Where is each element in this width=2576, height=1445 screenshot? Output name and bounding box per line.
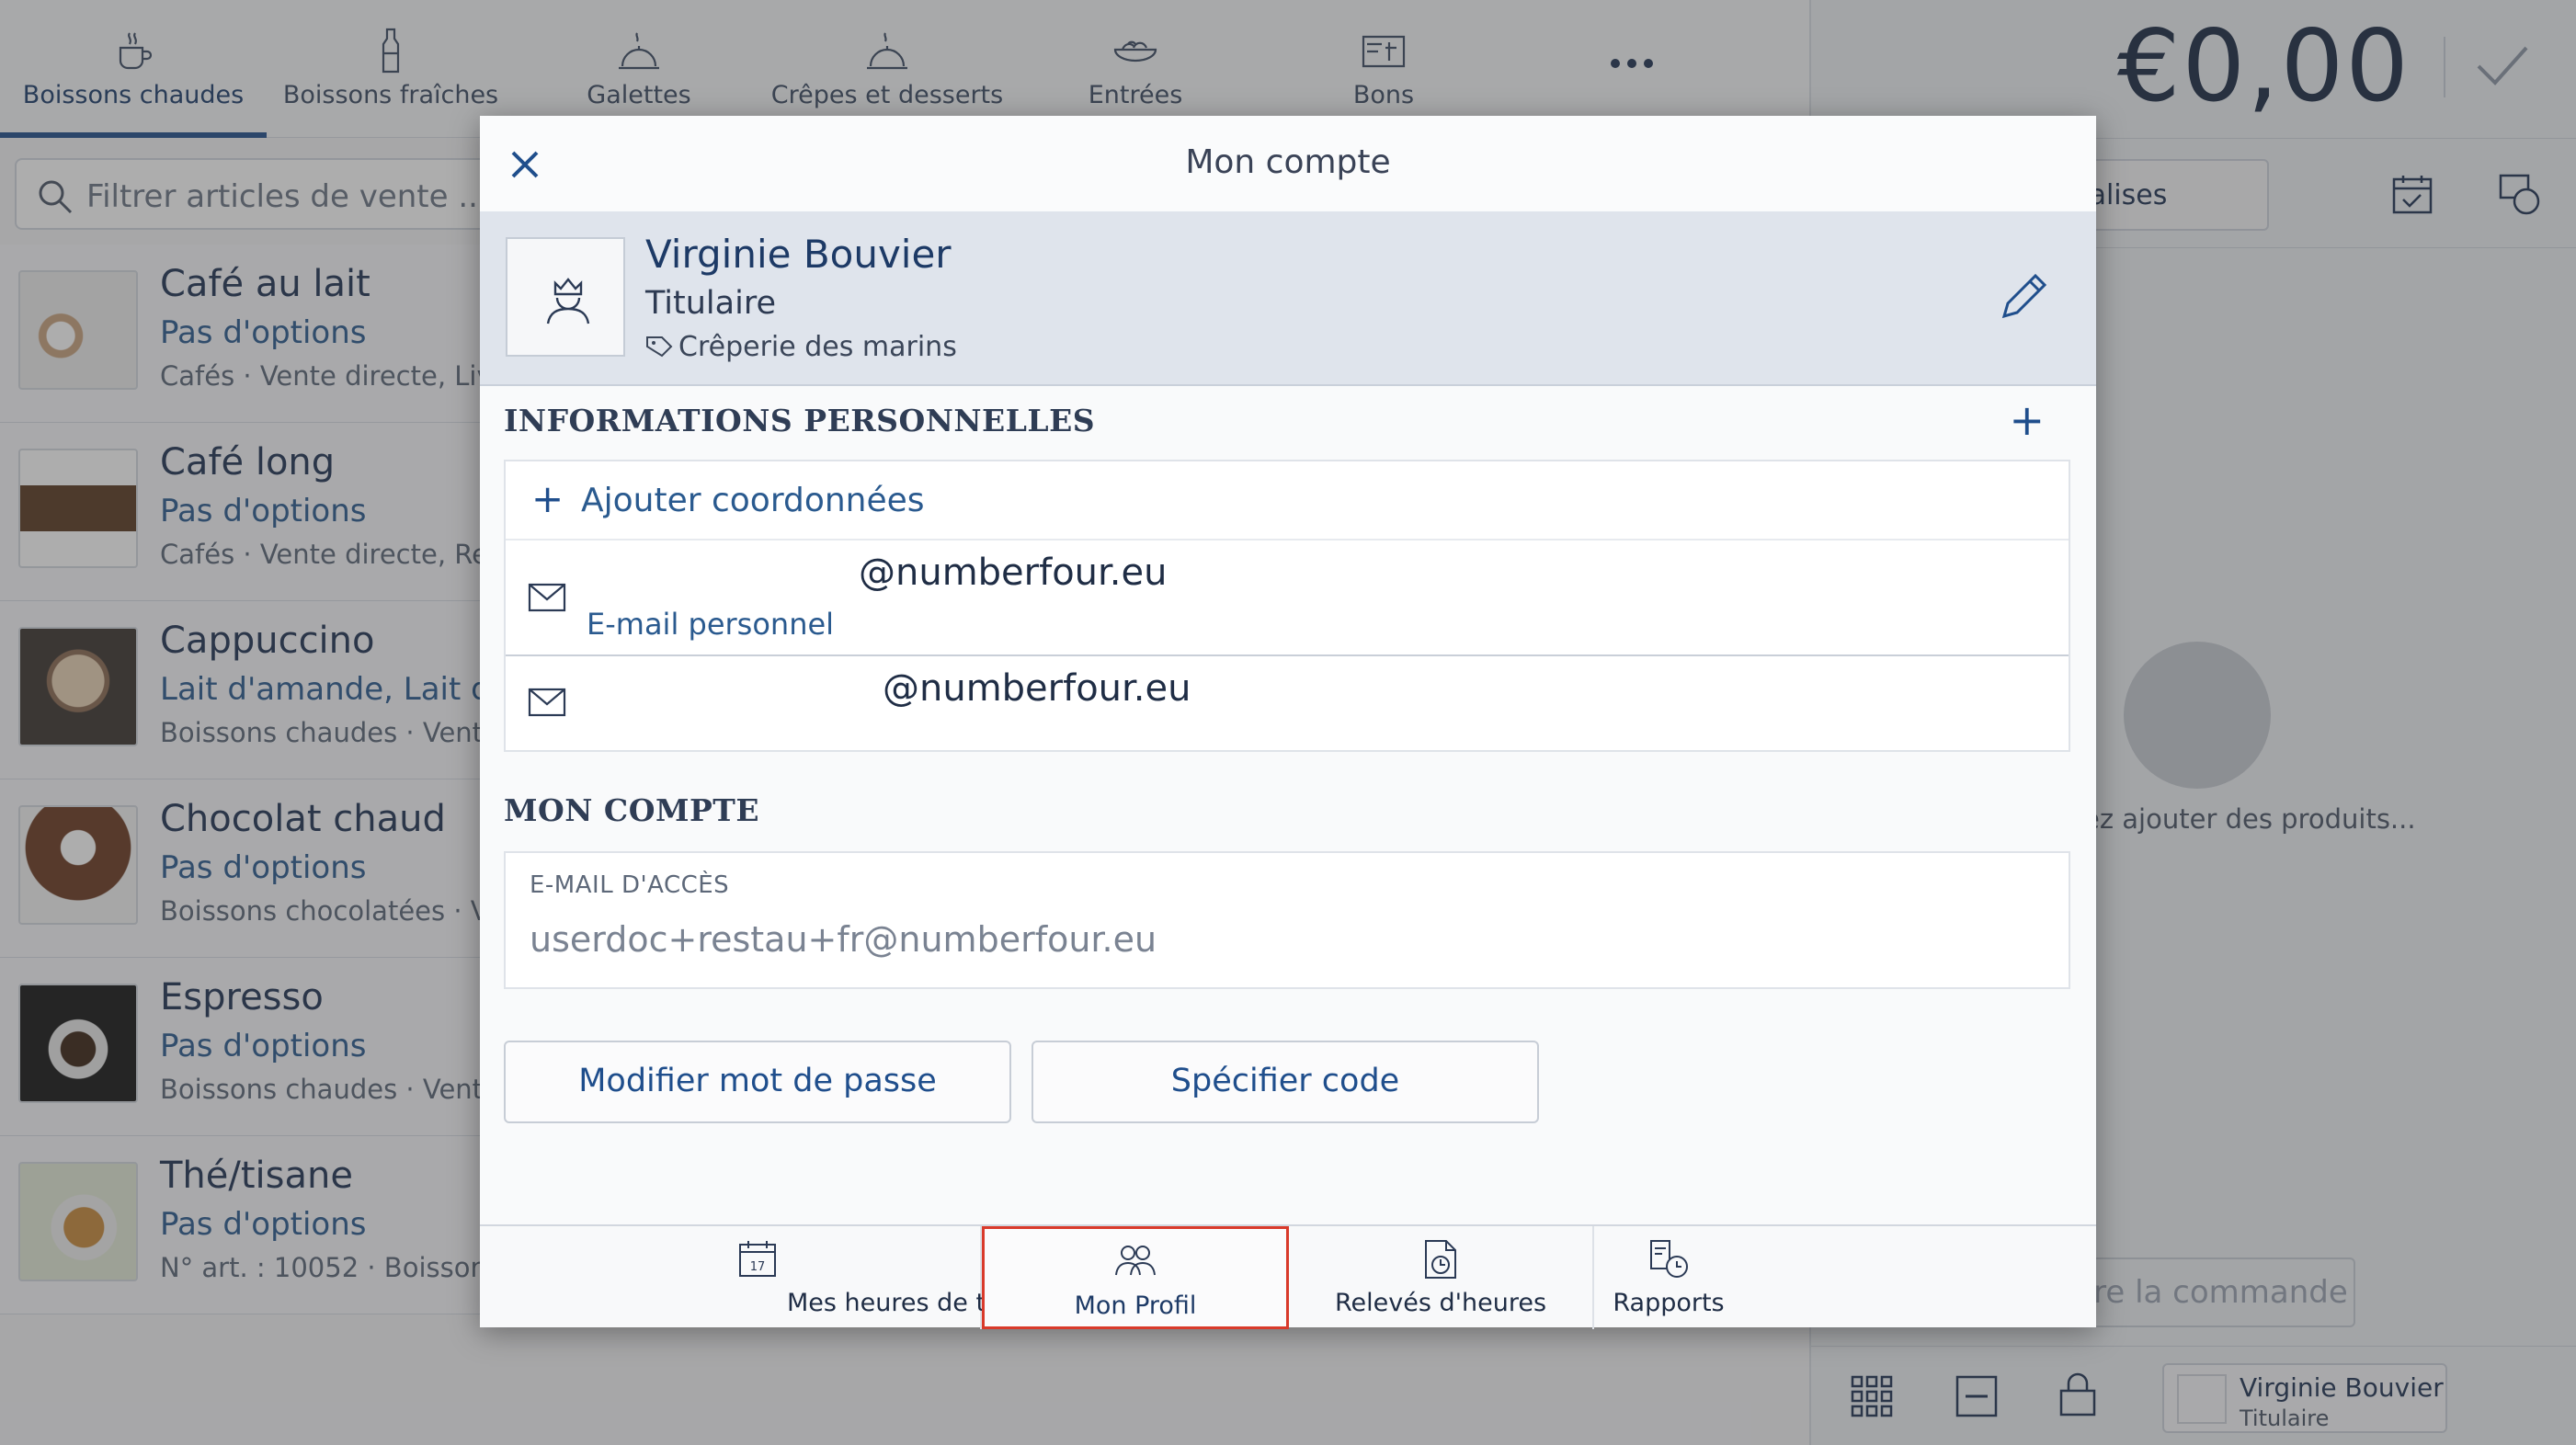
calendar-icon: 17: [739, 1241, 776, 1277]
tab-label: Mon Profil: [1074, 1291, 1197, 1320]
dialog-title: Mon compte: [1185, 143, 1391, 181]
section-title-personal: INFORMATIONS PERSONNELLES: [504, 403, 1096, 438]
dialog-header: Mon compte: [480, 116, 2096, 211]
change-password-button[interactable]: Modifier mot de passe: [504, 1041, 1011, 1123]
timesheet-icon: [1425, 1240, 1456, 1279]
profile-name: Virginie Bouvier: [645, 232, 952, 277]
tab-label: Mes heures de travail: [787, 1289, 1055, 1317]
access-email-label: E-MAIL D'ACCÈS: [530, 871, 730, 899]
email-type-label: E-mail personnel: [587, 607, 835, 642]
tab-work-hours[interactable]: 17 Mes heures de travail: [480, 1226, 1055, 1329]
account-dialog: Mon compte Virginie Bouvier Titulaire Cr…: [480, 116, 2096, 1329]
section-title-account: MON COMPTE: [504, 792, 759, 828]
access-email-field: E-MAIL D'ACCÈS userdoc+restau+fr@numberf…: [504, 851, 2070, 989]
svg-text:17: 17: [750, 1260, 766, 1274]
avatar: [506, 237, 625, 357]
tab-label: Relevés d'heures: [1334, 1289, 1547, 1317]
email-value: @numberfour.eu: [883, 667, 1191, 710]
profile-role: Titulaire: [645, 285, 776, 322]
profile-header: Virginie Bouvier Titulaire Crêperie des …: [480, 211, 2096, 386]
add-contact-row[interactable]: + Ajouter coordonnées: [506, 461, 2069, 540]
envelope-icon: [528, 583, 566, 612]
edit-pencil-icon[interactable]: [1997, 270, 2050, 324]
email-value: @numberfour.eu: [859, 552, 1168, 594]
email-row-personal[interactable]: @numberfour.eu E-mail personnel: [506, 540, 2069, 656]
reports-icon: [1650, 1240, 1688, 1278]
tab-timesheets[interactable]: Relevés d'heures: [1289, 1226, 1594, 1329]
add-personal-info-button[interactable]: +: [2009, 399, 2045, 441]
user-crown-icon: [546, 278, 590, 324]
people-icon: [1115, 1246, 1156, 1276]
profile-store: Crêperie des marins: [645, 331, 957, 363]
add-contact-label: Ajouter coordonnées: [581, 482, 925, 519]
plus-icon: +: [531, 476, 564, 521]
profile-store-name: Crêperie des marins: [678, 331, 957, 363]
tab-label: Rapports: [1613, 1289, 1725, 1317]
set-code-button[interactable]: Spécifier code: [1032, 1041, 1539, 1123]
envelope-icon: [528, 688, 566, 717]
store-tag-icon: [646, 336, 673, 358]
tab-my-profile[interactable]: Mon Profil: [982, 1226, 1289, 1329]
access-email-value: userdoc+restau+fr@numberfour.eu: [530, 919, 1157, 960]
tab-reports[interactable]: Rapports: [1594, 1226, 2096, 1329]
dialog-tab-bar: 17 Mes heures de travail Mon Profil Rele…: [480, 1224, 2096, 1329]
personal-info-list: + Ajouter coordonnées @numberfour.eu E-m…: [504, 460, 2070, 752]
email-row[interactable]: @numberfour.eu: [506, 656, 2069, 750]
